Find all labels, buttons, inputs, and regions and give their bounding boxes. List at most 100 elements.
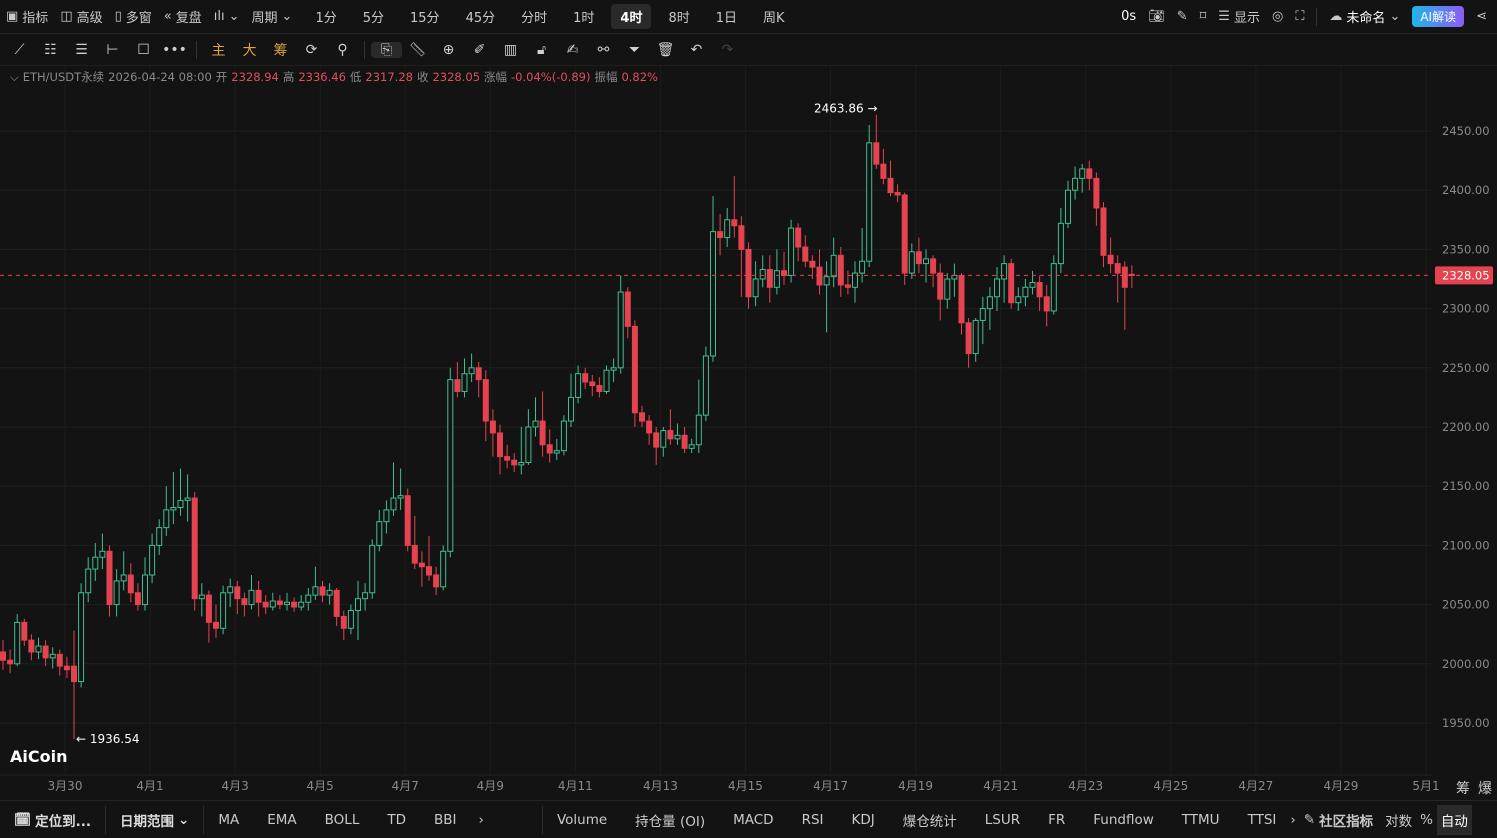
candle-up [788, 227, 795, 276]
chips-button[interactable]: 筹 [265, 40, 296, 60]
auto-scale-toggle[interactable]: 自动 [1436, 804, 1472, 835]
candle-down [631, 325, 638, 414]
collapse-icon[interactable]: ⌵ [10, 70, 19, 85]
sub-indicator-button[interactable]: 爆仓统计 [889, 810, 971, 830]
sub-indicator-button[interactable]: RSI [788, 810, 838, 830]
main-indicator-button[interactable]: BBI [420, 812, 471, 828]
more-icon[interactable]: ••• [159, 42, 190, 58]
sync-draw-icon[interactable]: ⟳ [296, 42, 327, 58]
settings-icon[interactable]: ◎ [1266, 9, 1289, 24]
grid-icon: ▯ [114, 9, 122, 24]
multi-window-button[interactable]: ▯ 多窗 [109, 7, 158, 26]
period-tab[interactable]: 1时 [564, 4, 603, 29]
candle-down [1093, 177, 1100, 209]
candle-up [305, 594, 312, 603]
chevron-right-icon[interactable]: › [471, 812, 492, 828]
locate-button[interactable]: 🗓︎ 定位到... [0, 810, 105, 830]
candle-up [688, 444, 695, 449]
select-icon[interactable]: ⎘ [371, 41, 402, 58]
main-force-button[interactable]: 主 [203, 40, 234, 60]
period-dropdown[interactable]: 周期 ⌄ [246, 7, 299, 26]
period-tab[interactable]: 15分 [401, 4, 449, 29]
period-tab[interactable]: 1分 [306, 4, 345, 29]
ai-label: AI解读 [1412, 6, 1465, 27]
redo-icon[interactable]: ↷ [712, 42, 743, 58]
candle-down [433, 574, 440, 588]
pencil-icon[interactable]: ✎ [1171, 9, 1194, 24]
bookmark-icon[interactable]: ⌑ [1194, 9, 1213, 24]
period-tab[interactable]: 1日 [707, 4, 746, 29]
main-indicator-button[interactable]: MA [204, 812, 253, 828]
sub-indicator-button[interactable]: KDJ [838, 810, 889, 830]
sub-indicator-button[interactable]: TTSI [1234, 810, 1291, 830]
candle-down [816, 266, 823, 286]
camera-icon[interactable]: 📷︎ [1142, 9, 1171, 24]
rectangle-icon[interactable]: ☐ [128, 42, 159, 58]
magnet-icon[interactable]: ⚲ [327, 42, 358, 58]
main-indicator-button[interactable]: BOLL [311, 812, 374, 828]
chart-icon: ▣ [6, 9, 19, 24]
big-order-button[interactable]: 大 [234, 40, 265, 60]
candle-up [695, 414, 702, 446]
candle-up [355, 598, 361, 612]
sub-indicator-button[interactable]: TTMU [1168, 810, 1234, 830]
indicators-button[interactable]: ▣ 指标 [0, 7, 54, 26]
x-tick-label: 4月15 [728, 779, 763, 793]
trend-line-icon[interactable]: ⟋ [4, 42, 35, 58]
main-indicator-button[interactable]: TD [373, 812, 420, 828]
candle-up [227, 586, 234, 594]
sub-indicator-button[interactable]: MACD [719, 810, 787, 830]
link-icon[interactable]: ⚯ [588, 42, 619, 58]
undo-icon[interactable]: ↶ [681, 42, 712, 58]
period-tab[interactable]: 分时 [512, 4, 556, 29]
period-tab[interactable]: 8时 [659, 4, 698, 29]
sub-indicator-button[interactable]: LSUR [971, 810, 1034, 830]
zoom-in-icon[interactable]: ⊕ [433, 42, 464, 58]
candle-up [994, 278, 1000, 298]
sub-indicator-button[interactable]: FR [1034, 810, 1079, 830]
close-value: 2328.05 [432, 70, 481, 84]
candlestick-chart[interactable]: 2450.00 2400.00 2350.00 2300.00 2250.00 2200.… [0, 66, 1497, 800]
community-indicators-button[interactable]: ✎ 社区指标 [1296, 810, 1381, 830]
brush-icon[interactable]: ✐ [464, 42, 495, 58]
note-icon[interactable]: ✍ [557, 42, 588, 58]
horizontal-line-icon[interactable]: ⊢ [97, 42, 128, 58]
replay-button[interactable]: «复盘 [158, 7, 208, 26]
main-indicator-button[interactable]: EMA [253, 812, 310, 828]
candle-up [312, 586, 319, 596]
period-tab[interactable]: 4时 [611, 4, 652, 29]
date-range-dropdown[interactable]: 日期范围 ⌄ [106, 810, 203, 830]
period-tab[interactable]: 5分 [354, 4, 393, 29]
date-range-label: 日期范围 [120, 813, 175, 830]
candle-down [937, 272, 944, 300]
x-tick-label: 4月25 [1153, 779, 1188, 793]
parallel-lines-icon[interactable]: ☷ [35, 42, 66, 58]
ai-analysis-button[interactable]: AI解读 [1406, 6, 1470, 27]
lock-icon[interactable]: 🔓︎ [526, 42, 557, 58]
log-scale-toggle[interactable]: 对数 [1381, 810, 1416, 830]
filter-icon[interactable]: ⏷ [619, 42, 650, 58]
layout-dropdown[interactable]: ☁ 未命名 ⌄ [1323, 7, 1406, 26]
candle-up [383, 509, 390, 523]
candle-up [113, 580, 120, 606]
period-tab[interactable]: 45分 [457, 4, 505, 29]
sub-indicator-button[interactable]: 持仓量 (OI) [621, 810, 719, 830]
chart-type-dropdown[interactable]: ılı ⌄ [208, 9, 246, 24]
sub-indicator-button[interactable]: Fundflow [1079, 810, 1168, 830]
close-label: 收 [416, 70, 429, 84]
percent-scale-toggle[interactable]: % [1416, 812, 1437, 828]
y-tick-label: 1950.00 [1442, 716, 1490, 730]
advanced-button[interactable]: ◫ 高级 [54, 7, 108, 26]
candle-down [234, 586, 241, 600]
candle-up [269, 600, 276, 608]
share-icon[interactable]: ⋖ [1470, 9, 1497, 24]
display-button[interactable]: ☰ 显示 [1212, 7, 1266, 26]
fullscreen-icon[interactable]: ⛶ [1289, 9, 1310, 24]
trash-icon[interactable]: 🗑︎ [650, 42, 681, 58]
sub-indicator-button[interactable]: Volume [543, 810, 621, 830]
period-tab[interactable]: 周K [754, 4, 794, 29]
fib-lines-icon[interactable]: ☰ [66, 42, 97, 58]
ohlc-info-line: ⌵ ETH/USDT永续 2026-04-24 08:00 开 2328.94 高… [10, 69, 658, 85]
ruler-icon[interactable]: 📏︎ [402, 42, 433, 58]
candle-pattern-icon[interactable]: ▥ [495, 42, 526, 58]
